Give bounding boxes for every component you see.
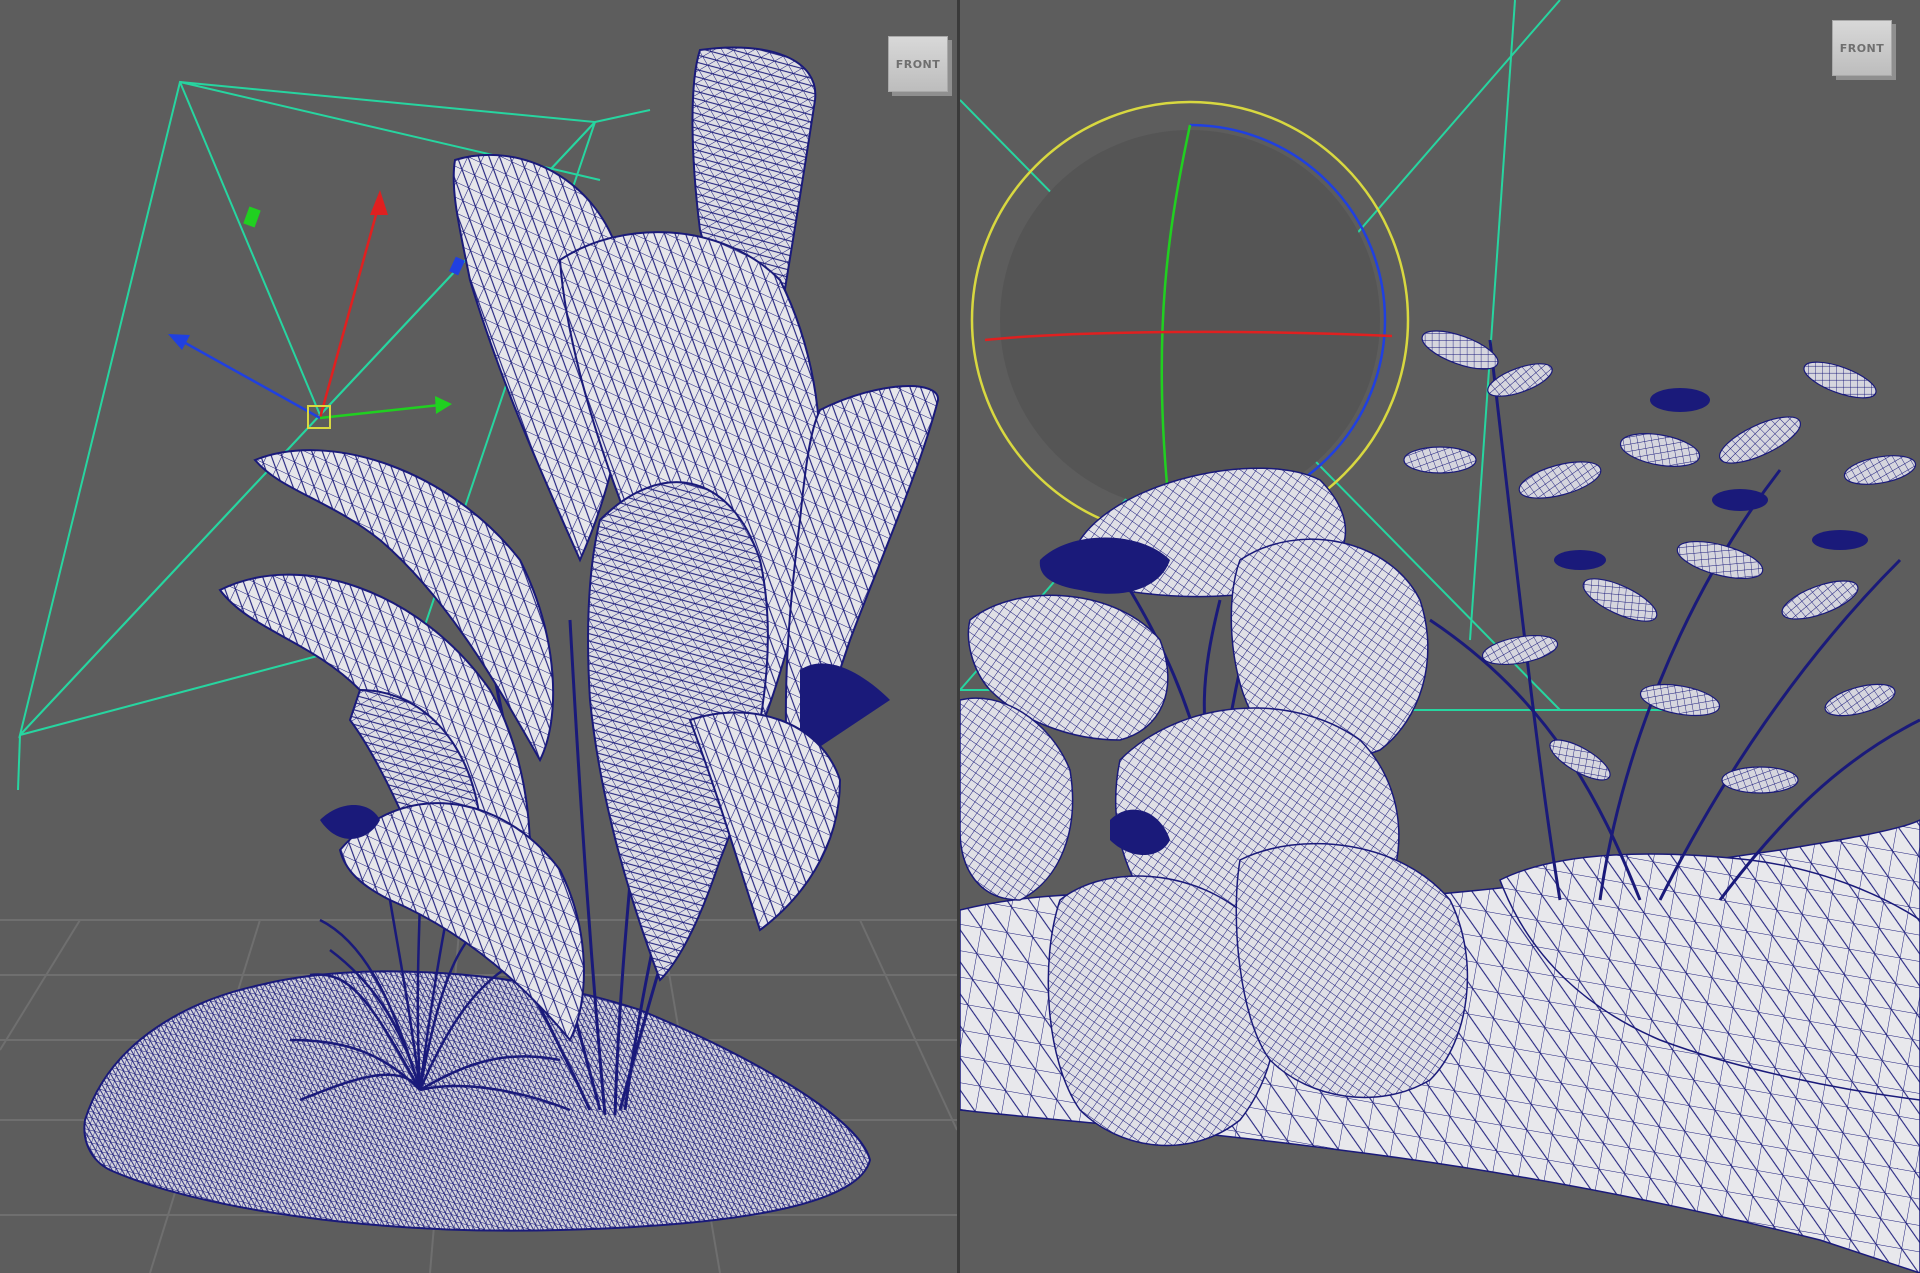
- viewport-right-scene[interactable]: [960, 0, 1920, 1273]
- viewcube-label: FRONT: [1839, 41, 1885, 55]
- viewcube-icon-right[interactable]: FRONT: [1832, 20, 1892, 76]
- rotate-gizmo-icon[interactable]: [970, 100, 1410, 540]
- viewport-left[interactable]: FRONT: [0, 0, 957, 1273]
- ground-mound-mesh[interactable]: [83, 970, 872, 1232]
- shrub-mesh[interactable]: [1403, 323, 1920, 901]
- leaf-mesh-front-right[interactable]: [1235, 842, 1469, 1099]
- viewport-right[interactable]: FRONT: [960, 0, 1920, 1273]
- viewcube-label: FRONT: [895, 57, 941, 71]
- viewport-left-scene[interactable]: [0, 0, 957, 1273]
- viewcube-icon[interactable]: FRONT: [888, 36, 948, 92]
- maya-dual-viewport: FRONT FRONT: [0, 0, 1920, 1273]
